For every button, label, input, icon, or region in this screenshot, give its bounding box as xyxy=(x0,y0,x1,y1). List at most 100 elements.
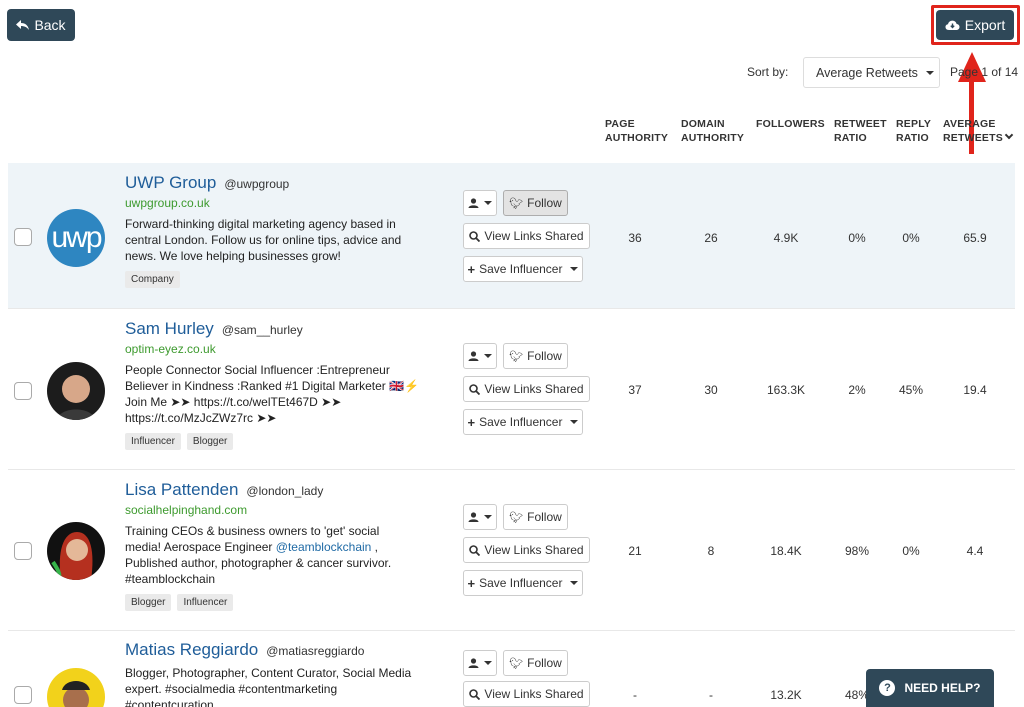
save-influencer-button[interactable]: + Save Influencer xyxy=(463,256,583,282)
user-menu-button[interactable] xyxy=(463,343,497,369)
influencer-name[interactable]: Lisa Pattenden xyxy=(125,480,238,500)
influencer-name[interactable]: UWP Group xyxy=(125,173,216,193)
domain-authority-value: - xyxy=(709,688,713,702)
col-head-followers[interactable]: FOLLOWERS xyxy=(756,117,825,131)
row-checkbox[interactable] xyxy=(14,228,32,246)
reply-ratio-value: 0% xyxy=(902,544,920,558)
twitter-icon: 🐦︎ xyxy=(509,197,524,210)
follow-button[interactable]: 🐦︎ Follow xyxy=(503,504,568,530)
followers-value: 4.9K xyxy=(773,231,799,245)
user-menu-button[interactable] xyxy=(463,190,497,216)
view-links-label: View Links Shared xyxy=(484,229,584,243)
view-links-label: View Links Shared xyxy=(484,687,584,701)
avatar[interactable] xyxy=(47,668,105,707)
twitter-icon: 🐦︎ xyxy=(509,350,524,363)
influencer-handle[interactable]: @london_lady xyxy=(246,484,323,498)
search-icon xyxy=(469,688,481,700)
view-links-button[interactable]: View Links Shared xyxy=(463,376,590,402)
search-icon xyxy=(469,230,481,242)
influencer-website[interactable]: optim-eyez.co.uk xyxy=(125,342,425,356)
caret-down-icon xyxy=(925,70,934,75)
avatar[interactable]: uwp xyxy=(47,209,105,267)
follow-button[interactable]: 🐦︎ Follow xyxy=(503,190,568,216)
sort-select[interactable]: Average Retweets xyxy=(803,57,940,88)
need-help-button[interactable]: ? NEED HELP? xyxy=(866,669,994,707)
col-head-reply-ratio[interactable]: REPLY RATIO xyxy=(896,117,931,145)
caret-down-icon xyxy=(484,354,492,358)
influencer-info: Sam Hurley @sam__hurley optim-eyez.co.uk… xyxy=(125,319,425,450)
tag-list: Blogger Influencer xyxy=(125,594,425,611)
col-head-line: AUTHORITY xyxy=(605,132,669,144)
sort-bar: Sort by: Average Retweets Page 1 of 14 xyxy=(700,57,1024,89)
influencer-handle[interactable]: @matiasreggiardo xyxy=(266,644,364,658)
retweet-ratio-value: 0% xyxy=(848,231,866,245)
view-links-label: View Links Shared xyxy=(484,543,584,557)
top-bar: Back Export xyxy=(0,0,1024,154)
tag: Blogger xyxy=(186,433,234,450)
influencer-info: Matias Reggiardo @matiasreggiardo Blogge… xyxy=(125,640,425,707)
col-head-domain-authority[interactable]: DOMAIN AUTHORITY xyxy=(681,117,744,145)
influencer-name[interactable]: Matias Reggiardo xyxy=(125,640,258,660)
col-head-average-retweets[interactable]: AVERAGE RETWEETS xyxy=(943,117,1014,145)
view-links-button[interactable]: View Links Shared xyxy=(463,681,590,707)
row-checkbox[interactable] xyxy=(14,686,32,704)
user-menu-button[interactable] xyxy=(463,650,497,676)
caret-down-icon xyxy=(570,420,579,424)
caret-down-icon xyxy=(484,661,492,665)
reply-ratio-value: 0% xyxy=(902,231,920,245)
save-influencer-button[interactable]: + Save Influencer xyxy=(463,409,583,435)
question-icon: ? xyxy=(879,680,896,696)
bio-mention-link[interactable]: @teamblockchain xyxy=(276,540,372,554)
col-head-line: RETWEETS xyxy=(943,132,1003,144)
view-links-button[interactable]: View Links Shared xyxy=(463,537,590,563)
influencer-name[interactable]: Sam Hurley xyxy=(125,319,214,339)
twitter-icon: 🐦︎ xyxy=(509,657,524,670)
influencer-handle[interactable]: @sam__hurley xyxy=(222,323,303,337)
view-links-label: View Links Shared xyxy=(484,382,584,396)
user-icon xyxy=(468,351,479,361)
tag: Blogger xyxy=(125,594,172,611)
bio-line: People Connector Social Influencer :Entr… xyxy=(125,363,390,377)
tag: Influencer xyxy=(125,433,181,450)
col-head-line: FOLLOWERS xyxy=(756,118,825,130)
twitter-icon: 🐦︎ xyxy=(509,511,524,524)
back-label: Back xyxy=(34,17,66,33)
page-authority-value: 21 xyxy=(628,544,642,558)
caret-down-icon xyxy=(484,201,492,205)
save-influencer-button[interactable]: + Save Influencer xyxy=(463,570,583,596)
tag-list: Influencer Blogger xyxy=(125,433,425,450)
avatar[interactable] xyxy=(47,522,105,580)
reply-arrow-icon xyxy=(16,19,30,30)
follow-button[interactable]: 🐦︎ Follow xyxy=(503,650,568,676)
col-head-page-authority[interactable]: PAGE AUTHORITY xyxy=(605,117,668,145)
export-label: Export xyxy=(964,17,1006,33)
sort-selected-value: Average Retweets xyxy=(816,65,918,80)
cloud-download-icon xyxy=(945,20,960,30)
caret-down-icon xyxy=(570,267,579,271)
avatar[interactable] xyxy=(47,362,105,420)
follow-label: Follow xyxy=(527,510,562,524)
export-button[interactable]: Export xyxy=(936,10,1014,40)
reply-ratio-value: 45% xyxy=(898,383,924,397)
view-links-button[interactable]: View Links Shared xyxy=(463,223,590,249)
follow-label: Follow xyxy=(527,656,562,670)
caret-down-icon xyxy=(484,515,492,519)
avatar-logo-text: uwp xyxy=(51,221,102,254)
page-authority-value: 37 xyxy=(628,383,642,397)
follow-button[interactable]: 🐦︎ Follow xyxy=(503,343,568,369)
avatar-image xyxy=(62,681,90,707)
domain-authority-value: 8 xyxy=(707,544,715,558)
save-label: Save Influencer xyxy=(479,262,563,276)
followers-value: 163.3K xyxy=(766,383,806,397)
row-checkbox[interactable] xyxy=(14,542,32,560)
influencer-bio: People Connector Social Influencer :Entr… xyxy=(125,362,425,426)
back-button[interactable]: Back xyxy=(7,9,75,41)
influencer-handle[interactable]: @uwpgroup xyxy=(224,177,289,191)
row-checkbox[interactable] xyxy=(14,382,32,400)
col-head-line: PAGE xyxy=(605,118,635,130)
col-head-retweet-ratio[interactable]: RETWEET RATIO xyxy=(834,117,887,145)
influencer-website[interactable]: socialhelpinghand.com xyxy=(125,503,425,517)
tag: Influencer xyxy=(177,594,234,611)
user-menu-button[interactable] xyxy=(463,504,497,530)
influencer-website[interactable]: uwpgroup.co.uk xyxy=(125,196,425,210)
